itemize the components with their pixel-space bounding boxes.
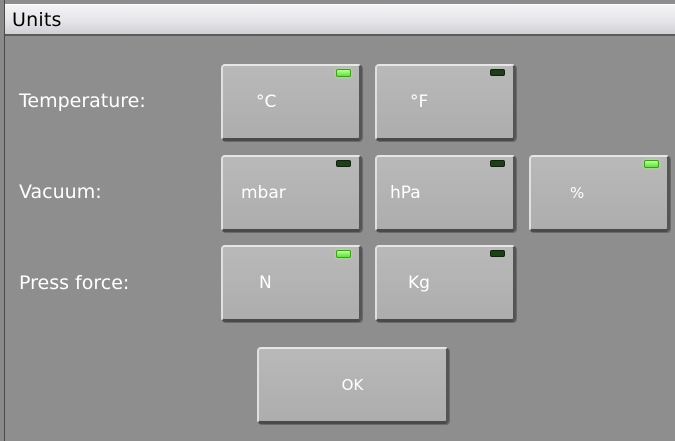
unit-button-percent[interactable]: % bbox=[529, 155, 670, 232]
unselected-indicator-led bbox=[490, 160, 505, 167]
selected-indicator-led bbox=[336, 250, 351, 258]
unit-button-celsius[interactable]: °C bbox=[221, 64, 362, 141]
unit-button-label: °F bbox=[410, 92, 429, 112]
selected-indicator-led bbox=[644, 160, 659, 168]
dialog-title: Units bbox=[12, 9, 62, 31]
selected-indicator-led bbox=[336, 69, 351, 77]
unit-button-kg[interactable]: Kg bbox=[375, 245, 516, 322]
unselected-indicator-led bbox=[490, 69, 505, 76]
vacuum-label: Vacuum: bbox=[19, 181, 102, 203]
unit-button-label: N bbox=[259, 273, 272, 293]
title-bar: Units bbox=[5, 4, 675, 36]
unit-button-hpa[interactable]: hPa bbox=[375, 155, 516, 232]
unit-button-label: mbar bbox=[241, 183, 286, 203]
unit-button-mbar[interactable]: mbar bbox=[221, 155, 362, 232]
unit-button-label: Kg bbox=[408, 273, 430, 293]
ok-button[interactable]: OK bbox=[257, 347, 449, 424]
temperature-label: Temperature: bbox=[19, 90, 146, 112]
ok-button-label: OK bbox=[341, 376, 364, 394]
unselected-indicator-led bbox=[336, 160, 351, 167]
press-force-label: Press force: bbox=[19, 272, 130, 294]
unit-button-fahrenheit[interactable]: °F bbox=[375, 64, 516, 141]
unit-button-newton[interactable]: N bbox=[221, 245, 362, 322]
unit-button-label: °C bbox=[256, 92, 277, 112]
unselected-indicator-led bbox=[490, 250, 505, 257]
unit-button-label: % bbox=[570, 184, 585, 202]
unit-button-label: hPa bbox=[390, 183, 421, 203]
units-dialog: Units Temperature: °C °F Vacuum: mbar hP… bbox=[4, 0, 675, 441]
